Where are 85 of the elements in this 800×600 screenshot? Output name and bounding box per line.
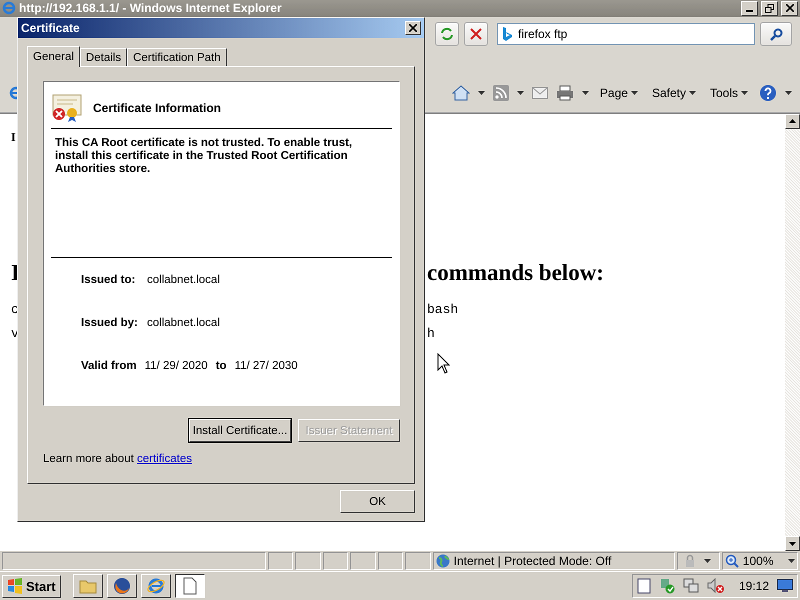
search-button[interactable] [760, 22, 792, 46]
refresh-icon [440, 27, 454, 42]
caret-icon [516, 91, 524, 96]
dialog-title: Certificate [21, 21, 80, 35]
up-arrow-icon[interactable] [789, 119, 796, 124]
search-field[interactable]: firefox ftp [497, 23, 755, 46]
globe-icon [436, 554, 450, 568]
tab[interactable]: Details [80, 48, 128, 66]
caret-icon [788, 559, 796, 564]
clock: 19:12 [738, 579, 769, 594]
search-input[interactable]: firefox ftp [518, 27, 718, 42]
page-text: I [11, 130, 17, 146]
printer-icon[interactable] [556, 85, 574, 102]
document-icon[interactable] [636, 578, 651, 594]
caret-icon [741, 91, 748, 96]
zone-text: Internet | Protected Mode: Off [454, 554, 612, 568]
restore-icon [765, 4, 774, 13]
windows-logo-icon [7, 578, 23, 594]
caret-icon [704, 559, 711, 564]
ok-button[interactable]: OK [340, 490, 415, 513]
field-value: collabnet.local [147, 274, 220, 286]
taskbar-button[interactable] [174, 574, 205, 598]
toolbar-menu[interactable]: Safety [648, 84, 699, 102]
restore-button[interactable] [761, 0, 778, 16]
home-icon[interactable] [452, 85, 470, 102]
field-label: Issued to: [81, 274, 136, 286]
page-heading: commands below: [427, 260, 604, 286]
refresh-button[interactable] [435, 22, 459, 46]
feed-icon[interactable] [492, 85, 509, 102]
search-icon [770, 28, 782, 41]
security-status[interactable] [676, 552, 720, 570]
zoom-control[interactable]: 100% [722, 552, 798, 570]
document-icon [182, 577, 197, 596]
down-arrow-icon[interactable] [789, 542, 796, 546]
field-label: to [216, 360, 227, 372]
status-pane [268, 552, 294, 570]
tab[interactable]: Certification Path [127, 48, 227, 66]
browser-e-icon [146, 577, 165, 596]
dialog-button[interactable]: Install Certificate... [189, 419, 291, 442]
info-heading: Certificate Information [93, 101, 222, 115]
certificate-error-icon [51, 93, 83, 123]
stop-button[interactable] [464, 22, 488, 46]
field-value: 11/ 29/ 2020 [144, 360, 208, 372]
shield-check-icon[interactable] [658, 578, 675, 594]
toolbar-menu[interactable]: Page [596, 84, 641, 102]
status-pane [350, 552, 376, 570]
folder-icon [78, 578, 97, 594]
b-logo-icon [502, 27, 512, 42]
learn-more-text: Learn more about certificates [43, 453, 193, 465]
caret-icon [785, 91, 792, 96]
minimize-button[interactable] [741, 0, 758, 16]
close-icon [786, 4, 794, 12]
trust-message: This CA Root certificate is not trusted. To enable trust, install this certificate in the Trusted Root Certification Authorities store. [55, 137, 354, 177]
field-label: Issued by: [81, 317, 139, 329]
close-button[interactable] [781, 0, 798, 16]
field-label: Valid from [81, 360, 137, 372]
browser-e-icon [2, 1, 16, 16]
close-button[interactable] [405, 21, 421, 35]
speaker-muted-icon[interactable] [706, 578, 725, 594]
help-icon[interactable] [759, 84, 777, 102]
close-icon [409, 24, 417, 32]
status-pane [378, 552, 404, 570]
stop-icon [470, 28, 482, 40]
monitor-icon[interactable] [777, 579, 793, 594]
status-pane [322, 552, 348, 570]
field-value: collabnet.local [147, 317, 220, 329]
toolbar-menu[interactable]: Tools [706, 84, 751, 102]
scrollbar[interactable] [785, 114, 800, 552]
caret-icon [582, 91, 589, 96]
status-pane [295, 552, 321, 570]
zoom-icon [724, 554, 739, 568]
caret-icon [478, 91, 485, 96]
caret-icon [688, 91, 696, 96]
window-title: http://192.168.1.1/ - Windows Internet Explorer [19, 1, 283, 16]
start-button[interactable]: Start [2, 574, 61, 598]
caret-icon [630, 91, 638, 96]
status-pane [405, 552, 431, 570]
cursor-icon [437, 353, 450, 374]
certificates-link[interactable]: certificates [137, 453, 192, 465]
code-text: bash [427, 302, 458, 318]
globe-fox-icon [112, 577, 131, 596]
field-value: 11/ 27/ 2030 [234, 360, 298, 372]
tab[interactable]: General [27, 46, 80, 67]
network-icon[interactable] [682, 578, 699, 594]
code-text: h [427, 326, 435, 342]
